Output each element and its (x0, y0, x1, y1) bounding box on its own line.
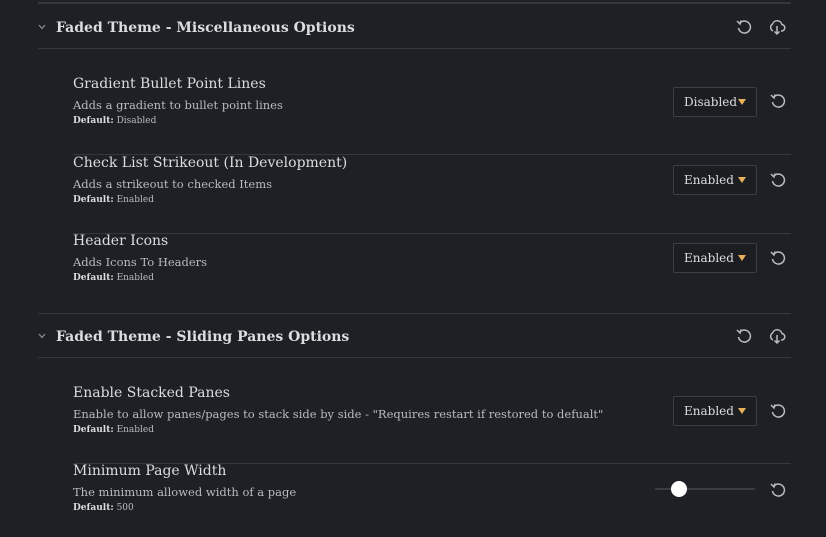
caret-down-icon (738, 255, 746, 261)
gradient-bullet-dropdown[interactable]: Disabled (673, 87, 757, 117)
section-title: Faded Theme - Miscellaneous Options (56, 20, 355, 36)
setting-default: Default: Enabled (73, 195, 155, 205)
caret-down-icon (738, 408, 746, 414)
caret-down-icon (738, 99, 746, 105)
caret-down-icon (738, 177, 746, 183)
setting-checklist-strikeout: Check List Strikeout (In Development) Ad… (73, 155, 791, 234)
checklist-strikeout-dropdown[interactable]: Enabled (673, 165, 757, 195)
reset-icon[interactable] (735, 18, 753, 36)
stacked-panes-dropdown[interactable]: Enabled (673, 396, 757, 426)
setting-default: Default: Enabled (73, 273, 155, 283)
setting-description: Enable to allow panes/pages to stack sid… (73, 407, 604, 421)
section-title: Faded Theme - Sliding Panes Options (56, 329, 350, 345)
setting-name: Enable Stacked Panes (73, 385, 230, 401)
reset-icon[interactable] (769, 402, 787, 420)
download-icon[interactable] (768, 327, 786, 345)
setting-name: Minimum Page Width (73, 463, 227, 479)
reset-icon[interactable] (735, 327, 753, 345)
top-divider (38, 2, 791, 4)
setting-description: The minimum allowed width of a page (73, 485, 297, 499)
slider-handle[interactable] (671, 481, 687, 497)
section-header-misc[interactable]: Faded Theme - Miscellaneous Options (38, 5, 791, 49)
chevron-down-icon[interactable] (38, 332, 46, 340)
setting-default: Default: Enabled (73, 425, 155, 435)
setting-description: Adds a gradient to bullet point lines (73, 98, 283, 112)
download-icon[interactable] (768, 18, 786, 36)
setting-name: Gradient Bullet Point Lines (73, 76, 266, 92)
header-icons-dropdown[interactable]: Enabled (673, 243, 757, 273)
setting-default: Default: 500 (73, 503, 134, 513)
section-header-sliding[interactable]: Faded Theme - Sliding Panes Options (38, 314, 791, 358)
reset-icon[interactable] (769, 481, 787, 499)
reset-icon[interactable] (769, 171, 787, 189)
setting-name: Header Icons (73, 233, 169, 249)
reset-icon[interactable] (769, 249, 787, 267)
setting-stacked-panes: Enable Stacked Panes Enable to allow pan… (73, 385, 791, 464)
reset-icon[interactable] (769, 92, 787, 110)
setting-description: Adds a strikeout to checked Items (73, 177, 273, 191)
chevron-down-icon[interactable] (38, 23, 46, 31)
setting-gradient-bullet: Gradient Bullet Point Lines Adds a gradi… (73, 76, 791, 155)
setting-header-icons: Header Icons Adds Icons To Headers Defau… (73, 233, 791, 312)
setting-min-page-width: Minimum Page Width The minimum allowed w… (73, 463, 791, 537)
setting-default: Default: Disabled (73, 116, 157, 126)
min-page-width-slider[interactable] (655, 488, 755, 490)
setting-name: Check List Strikeout (In Development) (73, 155, 348, 171)
setting-description: Adds Icons To Headers (73, 255, 208, 269)
